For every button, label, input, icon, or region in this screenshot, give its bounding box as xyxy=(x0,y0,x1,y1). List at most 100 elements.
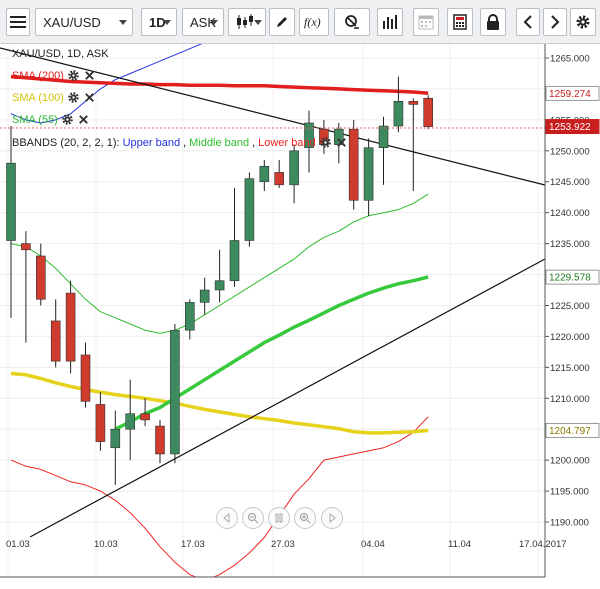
gear-icon[interactable] xyxy=(67,91,80,104)
x-tick-label: 10.03 xyxy=(94,539,118,550)
close-icon[interactable] xyxy=(77,113,90,126)
sma100-label: SMA (100) xyxy=(12,91,64,104)
price-side-select[interactable]: ASK xyxy=(182,8,224,36)
candle-body xyxy=(229,240,240,282)
sma55-legend[interactable]: SMA (55) xyxy=(12,113,90,126)
separator: , xyxy=(183,136,187,149)
bbands-legend[interactable]: BBANDS (20, 2, 2, 1): Upper band, Middle… xyxy=(12,136,348,149)
zoom-in-icon xyxy=(300,513,311,524)
y-tick-label: 1225.000 xyxy=(550,301,590,312)
draw-button[interactable] xyxy=(269,8,295,36)
candle-body xyxy=(408,101,419,105)
rewind-button[interactable] xyxy=(216,507,238,529)
settings-button[interactable] xyxy=(570,8,596,36)
y-tick-label: 1210.000 xyxy=(550,394,590,405)
sma55-label: SMA (55) xyxy=(12,113,58,126)
menu-icon xyxy=(10,16,26,28)
bb-lower-label: Lower band xyxy=(258,136,316,149)
sma100-legend[interactable]: SMA (100) xyxy=(12,91,96,104)
indicators-button[interactable]: f(x) xyxy=(299,8,329,36)
chart-area[interactable]: 1265.0001260.0001255.0001250.0001245.000… xyxy=(0,44,600,589)
candle-body xyxy=(140,413,150,421)
x-tick-label: 17.04.2017 xyxy=(519,539,567,550)
chevron-right-icon xyxy=(551,15,560,29)
lock-icon xyxy=(487,14,499,30)
candle[interactable] xyxy=(65,280,76,374)
chart-settings-button[interactable] xyxy=(334,8,370,36)
chevron-down-icon xyxy=(163,20,171,25)
calculator-button[interactable] xyxy=(447,8,473,36)
candle-body xyxy=(378,125,389,149)
candle-body xyxy=(80,354,91,402)
timeframe-select[interactable]: 1D xyxy=(141,8,177,36)
candle[interactable] xyxy=(170,324,180,464)
last-price-tag-label: 1253.922 xyxy=(549,122,591,133)
candle-body xyxy=(274,172,285,186)
lock-button[interactable] xyxy=(480,8,506,36)
gear-icon[interactable] xyxy=(319,136,332,149)
forward-icon xyxy=(329,513,336,523)
function-icon: f(x) xyxy=(304,15,321,29)
candle-body xyxy=(110,428,121,449)
symbol-select[interactable]: XAU/USD xyxy=(35,8,133,36)
bar-chart-icon xyxy=(383,15,397,29)
pencil-icon xyxy=(277,17,287,27)
scroll-right-button[interactable] xyxy=(543,8,567,36)
candle[interactable] xyxy=(348,119,359,210)
sma200-legend[interactable]: SMA (200) xyxy=(12,69,96,82)
close-icon[interactable] xyxy=(83,69,96,82)
calculator-icon xyxy=(453,14,467,30)
gear-icon[interactable] xyxy=(67,69,80,82)
candle-body xyxy=(289,150,299,186)
close-icon[interactable] xyxy=(335,136,348,149)
rewind-icon xyxy=(223,513,230,523)
candle[interactable] xyxy=(244,172,255,247)
candle[interactable] xyxy=(423,95,434,130)
last-price-tag: 1253.922 xyxy=(545,119,600,135)
instrument-legend: XAU/USD, 1D, ASK xyxy=(12,48,109,60)
x-tick-label: 04.04 xyxy=(361,539,385,550)
calendar-button[interactable] xyxy=(413,8,439,36)
y-tick-label: 1220.000 xyxy=(550,332,590,343)
y-tick-label: 1250.000 xyxy=(550,146,590,157)
candle-body xyxy=(423,97,434,127)
candle-body xyxy=(95,404,106,442)
separator: , xyxy=(252,136,256,149)
zoom-out-icon xyxy=(248,513,259,524)
y-tick-label: 1190.000 xyxy=(550,518,589,529)
bb-middle-label: Middle band xyxy=(189,136,250,149)
y-tick-label: 1235.000 xyxy=(550,239,590,250)
y-tick-label: 1265.000 xyxy=(550,54,590,65)
pause-button[interactable] xyxy=(268,507,290,529)
volume-button[interactable] xyxy=(377,8,403,36)
sma200-price-tag-label: 1259.274 xyxy=(549,89,591,100)
y-tick-label: 1200.000 xyxy=(550,456,590,467)
close-icon[interactable] xyxy=(83,91,96,104)
bb-upper-label: Upper band xyxy=(122,136,181,149)
menu-button[interactable] xyxy=(6,8,30,36)
scroll-left-button[interactable] xyxy=(516,8,540,36)
chevron-down-icon xyxy=(210,20,218,25)
bbands-label: BBANDS (20, 2, 2, 1): xyxy=(12,136,120,149)
x-tick-label: 01.03 xyxy=(6,539,30,550)
y-tick-label: 1215.000 xyxy=(550,363,590,374)
candle-body xyxy=(244,178,255,241)
gear-icon xyxy=(576,15,590,29)
candle-body xyxy=(125,413,135,430)
candle-body xyxy=(170,329,180,455)
gear-icon[interactable] xyxy=(61,113,74,126)
candle-body xyxy=(214,280,225,291)
candle-body xyxy=(65,292,76,362)
candle-body xyxy=(35,255,46,300)
chart-type-button[interactable] xyxy=(228,8,266,36)
candle-body xyxy=(155,425,165,455)
pause-icon xyxy=(275,513,283,523)
sma100-price-tag-label: 1204.797 xyxy=(549,426,591,437)
zoom-out-button[interactable] xyxy=(242,507,264,529)
candle-body xyxy=(393,101,404,127)
zoom-in-button[interactable] xyxy=(294,507,316,529)
y-tick-label: 1240.000 xyxy=(550,208,590,219)
toolbar: XAU/USD 1D ASK f(x) xyxy=(0,0,600,44)
forward-button[interactable] xyxy=(321,507,343,529)
candle-body xyxy=(199,289,210,303)
